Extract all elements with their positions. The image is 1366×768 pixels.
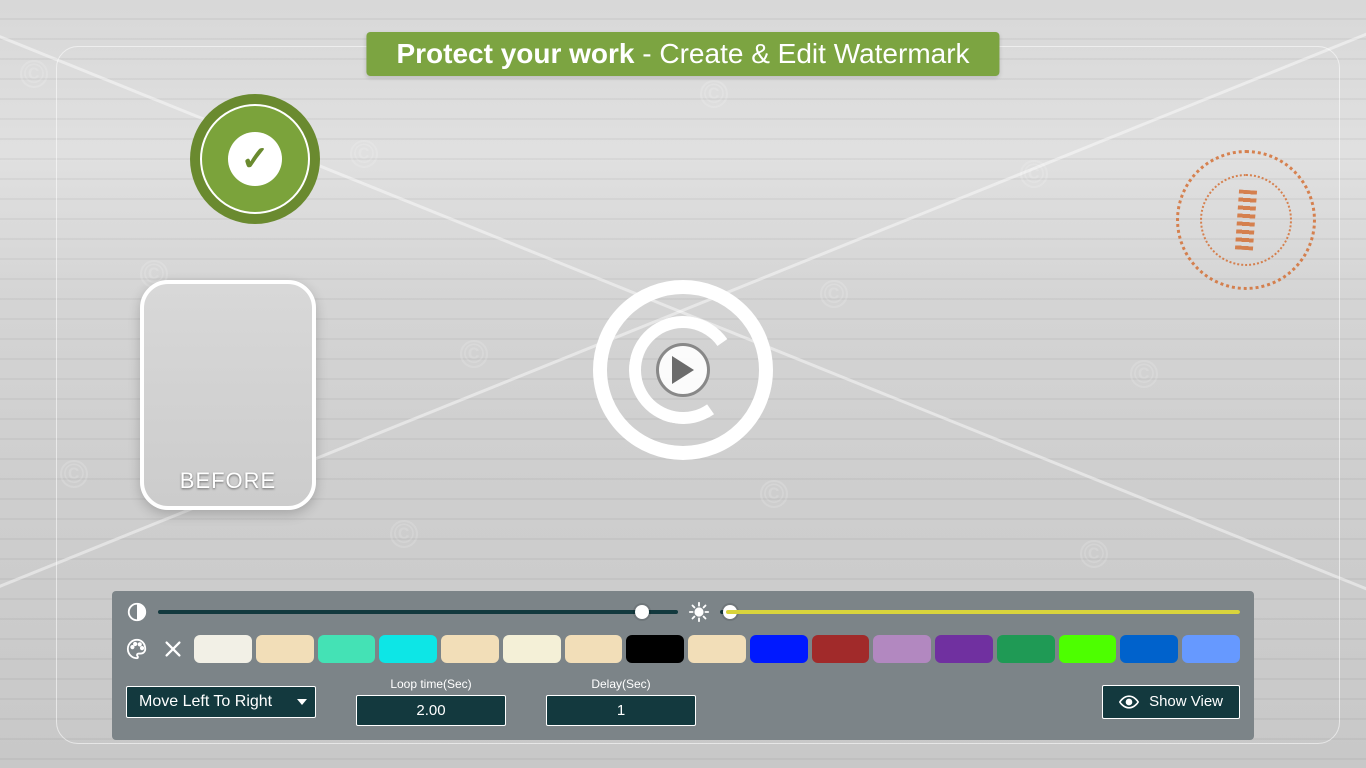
color-swatch[interactable] [873, 635, 931, 663]
loop-time-label: Loop time(Sec) [356, 677, 506, 691]
loop-time-input[interactable]: 2.00 [356, 695, 506, 726]
color-swatch[interactable] [997, 635, 1055, 663]
color-swatch[interactable] [503, 635, 561, 663]
color-picker-icon[interactable] [126, 638, 148, 660]
delay-input[interactable]: 1 [546, 695, 696, 726]
before-thumbnail[interactable]: BEFORE [140, 280, 316, 510]
show-view-label: Show View [1149, 693, 1223, 710]
control-panel: Move Left To Right Loop time(Sec) 2.00 D… [112, 591, 1254, 740]
delay-field: Delay(Sec) 1 [546, 677, 696, 726]
color-swatch[interactable] [1059, 635, 1117, 663]
check-icon: ✓ [228, 132, 282, 186]
delay-label: Delay(Sec) [546, 677, 696, 691]
approved-stamp[interactable]: ✓ [190, 94, 320, 224]
brightness-icon [688, 601, 710, 623]
color-swatch[interactable] [441, 635, 499, 663]
brightness-slider[interactable] [720, 610, 1240, 614]
pisa-stamp[interactable] [1176, 150, 1316, 290]
color-swatches [194, 635, 1240, 663]
color-swatch[interactable] [318, 635, 376, 663]
eye-icon [1119, 692, 1139, 712]
color-swatch[interactable] [379, 635, 437, 663]
opacity-icon [126, 601, 148, 623]
play-icon [672, 356, 694, 384]
animation-dropdown[interactable]: Move Left To Right [126, 686, 316, 718]
close-icon[interactable] [162, 638, 184, 660]
palette-row [126, 635, 1240, 663]
color-swatch[interactable] [1182, 635, 1240, 663]
page-title-rest: - Create & Edit Watermark [635, 38, 970, 69]
show-view-button[interactable]: Show View [1102, 685, 1240, 719]
page-title-bold: Protect your work [396, 38, 634, 69]
bottom-row: Move Left To Right Loop time(Sec) 2.00 D… [126, 677, 1240, 726]
loop-time-field: Loop time(Sec) 2.00 [356, 677, 506, 726]
color-swatch[interactable] [194, 635, 252, 663]
color-swatch[interactable] [935, 635, 993, 663]
sliders-row [126, 601, 1240, 623]
color-swatch[interactable] [565, 635, 623, 663]
color-swatch[interactable] [626, 635, 684, 663]
color-swatch[interactable] [256, 635, 314, 663]
opacity-slider[interactable] [158, 610, 678, 614]
color-swatch[interactable] [750, 635, 808, 663]
before-label: BEFORE [180, 468, 276, 494]
play-button[interactable] [593, 280, 773, 460]
color-swatch[interactable] [688, 635, 746, 663]
page-title: Protect your work - Create & Edit Waterm… [366, 32, 999, 76]
tower-icon [1235, 189, 1257, 250]
color-swatch[interactable] [812, 635, 870, 663]
animation-selected: Move Left To Right [139, 693, 272, 710]
color-swatch[interactable] [1120, 635, 1178, 663]
